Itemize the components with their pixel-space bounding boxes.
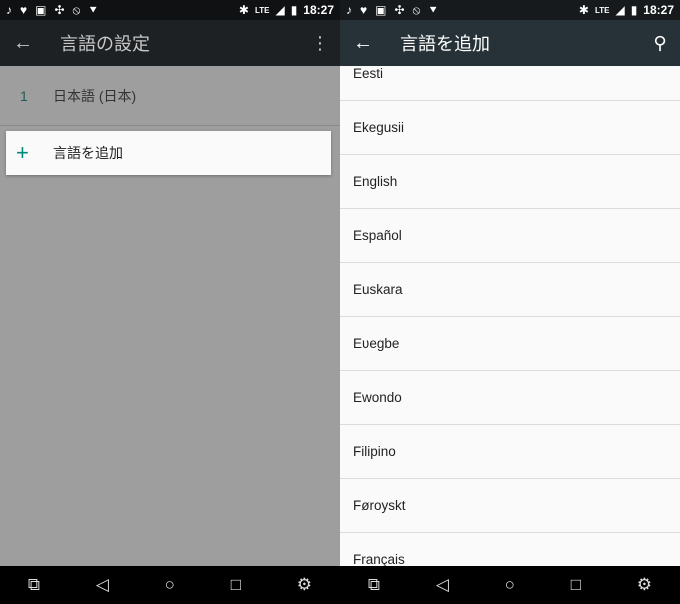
language-item[interactable]: Ekegusii [340,101,680,155]
language-item[interactable]: Español [340,209,680,263]
home-icon[interactable]: ○ [505,575,515,595]
clock: 18:27 [303,3,334,17]
recents-icon[interactable]: □ [571,575,581,595]
language-item[interactable]: Français [340,533,680,566]
screenshot-icon[interactable]: ⧉ [368,575,380,595]
language-item[interactable]: Eesti [340,66,680,101]
language-item[interactable]: English [340,155,680,209]
language-settings-screen: ♪ ♥ ▣ ✣ ⦸ ⯆ ✱ LTE ◢ ▮ 18:27 ← 言語の設定 ⋮ 1 日本語 (日本) … [0,0,340,604]
signal-icon: ◢ [275,3,285,17]
settings-icon[interactable]: ⚙ [297,575,312,595]
settings-icon[interactable]: ⚙ [637,575,652,595]
arrow-left-icon[interactable]: ← [0,32,46,55]
add-language-button[interactable]: + 言語を追加 [6,131,331,175]
page-title: 言語の設定 [60,34,150,54]
notification-icons: ♪ ♥ ▣ ✣ ⦸ ⯆ [346,2,438,17]
language-item[interactable]: Eʋegbe [340,317,680,371]
network-label: LTE [254,5,270,15]
home-icon[interactable]: ○ [165,575,175,595]
search-icon[interactable]: ⚲ [640,33,680,54]
page-title: 言語を追加 [400,34,490,54]
status-bar: ♪ ♥ ▣ ✣ ⦸ ⯆ ✱ LTE ◢ ▮ 18:27 [340,0,680,20]
notification-icons: ♪ ♥ ▣ ✣ ⦸ ⯆ [6,2,98,17]
status-bar: ♪ ♥ ▣ ✣ ⦸ ⯆ ✱ LTE ◢ ▮ 18:27 [0,0,340,20]
nav-bar: ⧉ ◁ ○ □ ⚙ [0,566,340,604]
language-list[interactable]: Eesti Ekegusii English Español Euskara E… [340,66,680,566]
language-name: 日本語 (日本) [53,87,137,104]
language-index: 1 [20,87,28,104]
clock: 18:27 [643,3,674,17]
network-label: LTE [594,5,610,15]
bluetooth-icon: ✱ [238,3,249,17]
language-item[interactable]: Ewondo [340,371,680,425]
screenshot-icon[interactable]: ⧉ [28,575,40,595]
language-item[interactable]: Filipino [340,425,680,479]
language-item[interactable]: Føroyskt [340,479,680,533]
more-vert-icon[interactable]: ⋮ [300,33,340,54]
plus-icon: + [16,140,29,165]
language-item[interactable]: Euskara [340,263,680,317]
add-language-screen: ♪ ♥ ▣ ✣ ⦸ ⯆ ✱ LTE ◢ ▮ 18:27 Eesti Ekegusii Englis… [340,0,680,604]
battery-icon: ▮ [630,3,638,17]
back-icon[interactable]: ◁ [96,575,109,595]
battery-icon: ▮ [290,3,298,17]
bluetooth-icon: ✱ [578,3,589,17]
toolbar: ← 言語を追加 ⚲ [340,20,680,66]
recents-icon[interactable]: □ [231,575,241,595]
toolbar: ← 言語の設定 ⋮ [0,20,340,66]
signal-icon: ◢ [615,3,625,17]
language-item[interactable]: 1 日本語 (日本) [0,66,340,126]
add-language-label: 言語を追加 [53,145,123,161]
nav-bar: ⧉ ◁ ○ □ ⚙ [340,566,680,604]
back-icon[interactable]: ◁ [436,575,449,595]
arrow-left-icon[interactable]: ← [340,32,386,55]
